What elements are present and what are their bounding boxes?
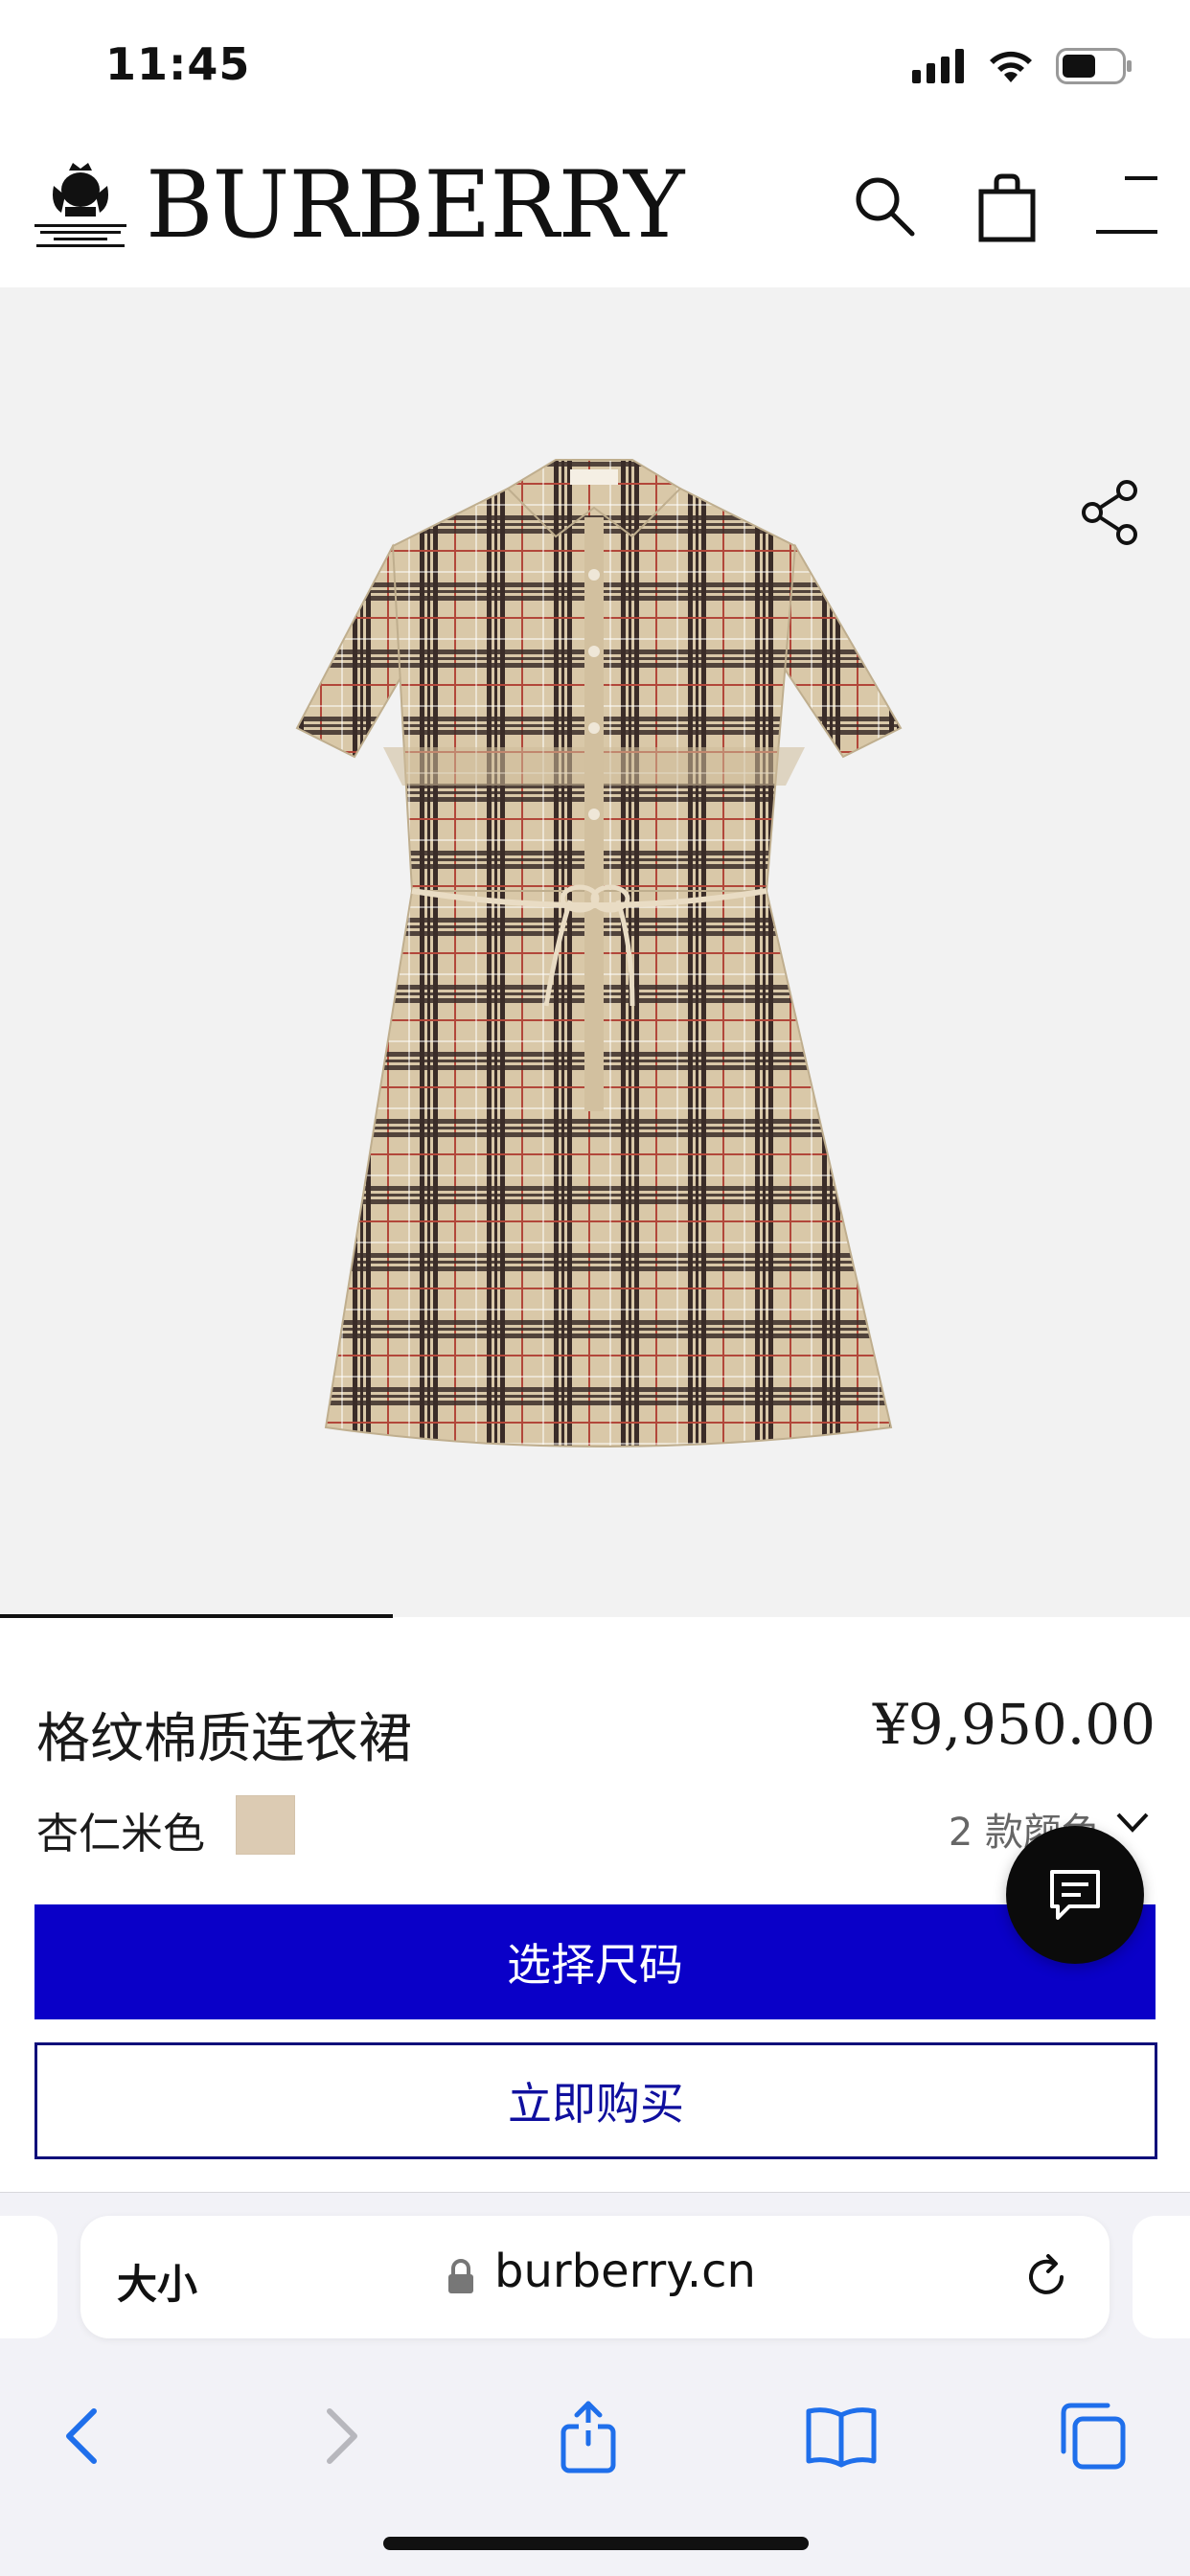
product-image-carousel[interactable] — [0, 287, 1190, 1617]
next-tab-preview[interactable] — [1133, 2216, 1190, 2338]
share-sheet-icon[interactable] — [550, 2398, 627, 2474]
text-size-button[interactable]: 大小 — [117, 2252, 197, 2311]
product-price: ¥9,950.00 — [872, 1692, 1156, 1757]
chevron-down-icon[interactable] — [1115, 1809, 1150, 1835]
product-title: 格纹棉质连衣裙 — [36, 1708, 412, 1770]
bookmarks-icon[interactable] — [803, 2398, 880, 2474]
previous-tab-preview[interactable] — [0, 2216, 57, 2338]
battery-icon — [1056, 48, 1132, 84]
color-name: 杏仁米色 — [36, 1810, 205, 1858]
search-icon[interactable] — [851, 172, 918, 239]
cellular-signal-icon — [912, 49, 964, 83]
brand-wordmark[interactable]: BURBERRY — [146, 151, 684, 259]
forward-icon[interactable] — [303, 2398, 379, 2474]
status-time: 11:45 — [105, 38, 251, 90]
browser-toolbar — [0, 2384, 1190, 2499]
buy-now-button[interactable]: 立即购买 — [34, 2042, 1157, 2159]
chat-button[interactable] — [1006, 1826, 1144, 1964]
url-text[interactable]: burberry.cn — [494, 2245, 756, 2298]
select-size-button[interactable]: 选择尺码 — [34, 1904, 1156, 2019]
chat-icon — [1050, 1870, 1100, 1920]
share-icon[interactable] — [1079, 479, 1142, 546]
status-icons — [912, 42, 1133, 90]
home-indicator — [383, 2537, 809, 2550]
wifi-icon — [990, 51, 1032, 82]
browser-chrome: 大小 burberry.cn — [0, 2192, 1190, 2576]
back-icon[interactable] — [44, 2398, 121, 2474]
tabs-icon[interactable] — [1054, 2398, 1131, 2474]
site-header: BURBERRY — [0, 144, 1190, 287]
address-bar[interactable]: 大小 burberry.cn — [80, 2216, 1110, 2338]
product-image — [295, 459, 903, 1448]
reload-icon[interactable] — [1019, 2250, 1073, 2304]
color-swatch[interactable] — [236, 1795, 295, 1855]
bag-icon[interactable] — [975, 172, 1039, 243]
royal-warrant-crest-logo — [34, 163, 126, 247]
lock-icon — [448, 2259, 473, 2293]
carousel-progress-indicator — [0, 1614, 393, 1618]
menu-icon[interactable] — [1094, 174, 1159, 236]
